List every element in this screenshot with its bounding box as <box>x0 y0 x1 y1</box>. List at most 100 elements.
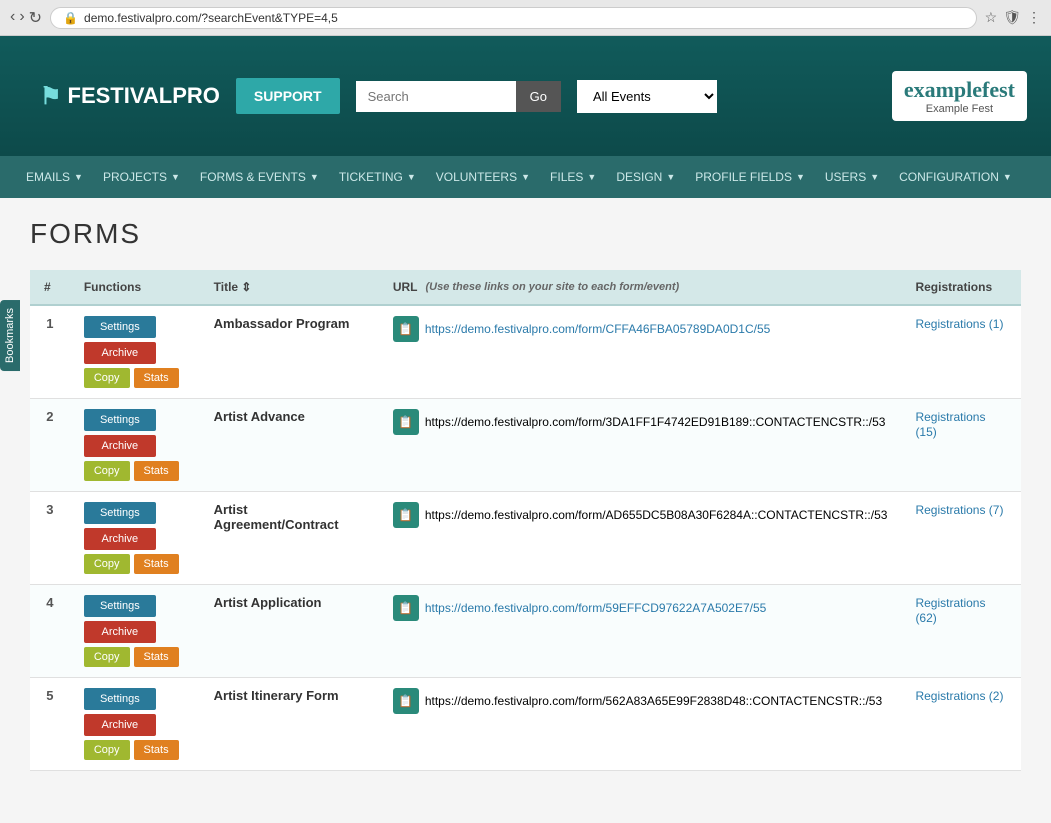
btn-row-4: CopyStats <box>84 647 186 667</box>
row-registrations-5: Registrations (2) <box>901 678 1021 771</box>
nav-users[interactable]: USERS ▼ <box>815 156 889 198</box>
back-icon[interactable]: ‹ <box>10 8 15 28</box>
copy-url-icon-button-1[interactable]: 📋 <box>393 316 419 342</box>
stats-button-5[interactable]: Stats <box>134 740 179 760</box>
copy-button-1[interactable]: Copy <box>84 368 130 388</box>
logo-text: FESTIVALPRO <box>68 83 220 109</box>
nav-ticketing[interactable]: TICKETING ▼ <box>329 156 426 198</box>
form-title-text-3: Artist Agreement/Contract <box>214 502 339 532</box>
settings-button-3[interactable]: Settings <box>84 502 156 524</box>
nav-projects-arrow: ▼ <box>171 172 180 182</box>
row-title-1: Ambassador Program <box>200 305 379 399</box>
nav-configuration-arrow: ▼ <box>1003 172 1012 182</box>
events-dropdown[interactable]: All Events <box>577 80 717 113</box>
nav-emails[interactable]: EMAILS ▼ <box>16 156 93 198</box>
registrations-link-3[interactable]: Registrations (7) <box>915 503 1003 517</box>
table-row: 1 Settings Archive CopyStats Ambassador Prog… <box>30 305 1021 399</box>
copy-button-3[interactable]: Copy <box>84 554 130 574</box>
copy-button-2[interactable]: Copy <box>84 461 130 481</box>
row-title-2: Artist Advance <box>200 399 379 492</box>
stats-button-4[interactable]: Stats <box>134 647 179 667</box>
row-num-5: 5 <box>30 678 70 771</box>
copy-url-icon-button-5[interactable]: 📋 <box>393 688 419 714</box>
registrations-link-1[interactable]: Registrations (1) <box>915 317 1003 331</box>
registrations-link-5[interactable]: Registrations (2) <box>915 689 1003 703</box>
nav-users-arrow: ▼ <box>870 172 879 182</box>
page-content: FORMS # Functions Title ⇕ URL (Use these… <box>0 198 1051 791</box>
row-title-3: Artist Agreement/Contract <box>200 492 379 585</box>
stats-button-3[interactable]: Stats <box>134 554 179 574</box>
bookmarks-tab[interactable]: Bookmarks <box>0 300 20 371</box>
registrations-link-2[interactable]: Registrations (15) <box>915 410 985 439</box>
row-title-5: Artist Itinerary Form <box>200 678 379 771</box>
nav-projects[interactable]: PROJECTS ▼ <box>93 156 190 198</box>
settings-button-4[interactable]: Settings <box>84 595 156 617</box>
row-registrations-3: Registrations (7) <box>901 492 1021 585</box>
registrations-link-4[interactable]: Registrations (62) <box>915 596 985 625</box>
support-button[interactable]: SUPPORT <box>236 78 340 114</box>
copy-button-4[interactable]: Copy <box>84 647 130 667</box>
forward-icon[interactable]: › <box>19 8 24 28</box>
browser-url-bar[interactable]: 🔒 demo.festivalpro.com/?searchEvent&TYPE… <box>50 7 977 29</box>
nav-files[interactable]: FILES ▼ <box>540 156 606 198</box>
nav-files-arrow: ▼ <box>587 172 596 182</box>
search-area: Go <box>356 81 561 112</box>
nav-design[interactable]: DESIGN ▼ <box>606 156 685 198</box>
nav-forms-events-label: FORMS & EVENTS <box>200 170 306 184</box>
row-num-1: 1 <box>30 305 70 399</box>
url-text: demo.festivalpro.com/?searchEvent&TYPE=4… <box>84 11 338 25</box>
site-header: ⚑ FESTIVALPRO SUPPORT Go All Events exam… <box>0 36 1051 156</box>
settings-button-2[interactable]: Settings <box>84 409 156 431</box>
brand-name: examplefest <box>904 77 1015 103</box>
archive-button-3[interactable]: Archive <box>84 528 156 550</box>
nav-configuration[interactable]: CONFIGURATION ▼ <box>889 156 1022 198</box>
copy-button-5[interactable]: Copy <box>84 740 130 760</box>
nav-users-label: USERS <box>825 170 866 184</box>
copy-url-icon-button-3[interactable]: 📋 <box>393 502 419 528</box>
browser-nav[interactable]: ‹ › ↻ <box>10 8 42 28</box>
col-num: # <box>30 270 70 305</box>
col-title[interactable]: Title ⇕ <box>200 270 379 305</box>
row-url-4: 📋 https://demo.festivalpro.com/form/59EFF… <box>379 585 902 678</box>
stats-button-2[interactable]: Stats <box>134 461 179 481</box>
archive-button-4[interactable]: Archive <box>84 621 156 643</box>
go-button[interactable]: Go <box>516 81 561 112</box>
row-functions-4: Settings Archive CopyStats <box>70 585 200 678</box>
menu-icon[interactable]: ⋮ <box>1027 9 1041 26</box>
row-registrations-2: Registrations (15) <box>901 399 1021 492</box>
form-title-text-2: Artist Advance <box>214 409 305 424</box>
archive-button-1[interactable]: Archive <box>84 342 156 364</box>
form-url-link-1[interactable]: https://demo.festivalpro.com/form/CFFA46… <box>425 322 771 336</box>
form-url-text-5: https://demo.festivalpro.com/form/562A83… <box>425 694 882 708</box>
search-input[interactable] <box>356 81 516 112</box>
nav-configuration-label: CONFIGURATION <box>899 170 999 184</box>
nav-profile-fields[interactable]: PROFILE FIELDS ▼ <box>685 156 815 198</box>
url-row-1: 📋 https://demo.festivalpro.com/form/CFFA4… <box>393 316 888 342</box>
settings-button-1[interactable]: Settings <box>84 316 156 338</box>
row-title-4: Artist Application <box>200 585 379 678</box>
copy-url-icon-button-4[interactable]: 📋 <box>393 595 419 621</box>
table-row: 4SettingsArchiveCopyStatsArtist Applicat… <box>30 585 1021 678</box>
form-title-text-1: Ambassador Program <box>214 316 350 331</box>
form-url-link-4[interactable]: https://demo.festivalpro.com/form/59EFFC… <box>425 601 767 615</box>
brand-logo: examplefest Example Fest <box>892 71 1027 121</box>
nav-volunteers[interactable]: VOLUNTEERS ▼ <box>426 156 540 198</box>
copy-url-icon-button-2[interactable]: 📋 <box>393 409 419 435</box>
bookmark-icon[interactable]: ☆ <box>985 9 998 26</box>
stats-button-1[interactable]: Stats <box>134 368 179 388</box>
reload-icon[interactable]: ↻ <box>29 8 42 28</box>
form-title-text-4: Artist Application <box>214 595 322 610</box>
table-row: 3SettingsArchiveCopyStatsArtist Agreemen… <box>30 492 1021 585</box>
btn-row-3: CopyStats <box>84 554 186 574</box>
col-registrations: Registrations <box>901 270 1021 305</box>
nav-ticketing-arrow: ▼ <box>407 172 416 182</box>
site-logo: ⚑ FESTIVALPRO <box>40 82 220 111</box>
settings-button-5[interactable]: Settings <box>84 688 156 710</box>
archive-button-2[interactable]: Archive <box>84 435 156 457</box>
nav-forms-events[interactable]: FORMS & EVENTS ▼ <box>190 156 329 198</box>
archive-button-5[interactable]: Archive <box>84 714 156 736</box>
nav-design-label: DESIGN <box>616 170 662 184</box>
main-nav: EMAILS ▼ PROJECTS ▼ FORMS & EVENTS ▼ TIC… <box>0 156 1051 198</box>
nav-profile-fields-arrow: ▼ <box>796 172 805 182</box>
nav-files-label: FILES <box>550 170 583 184</box>
